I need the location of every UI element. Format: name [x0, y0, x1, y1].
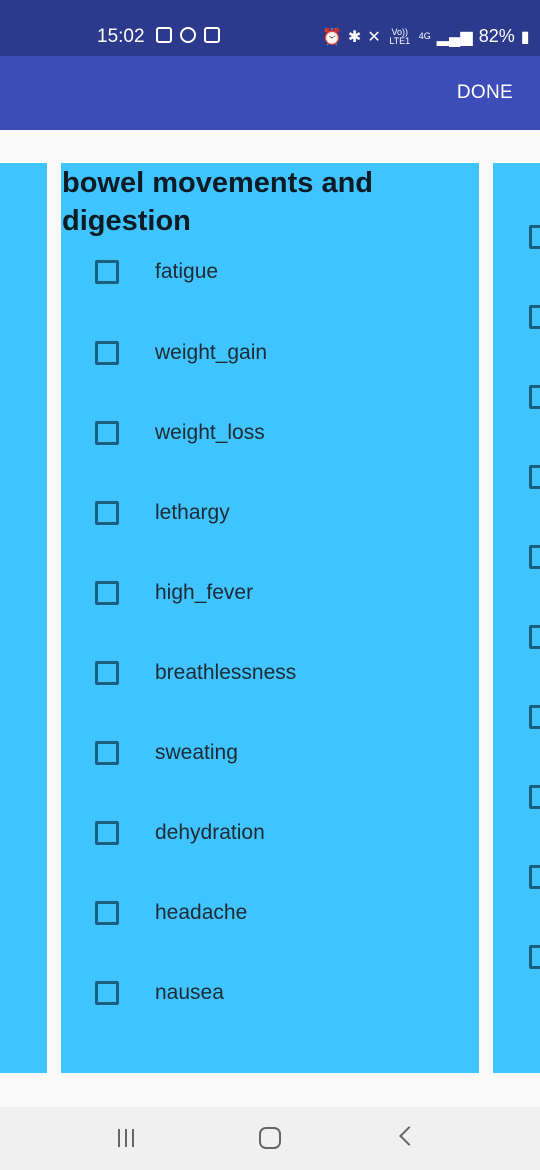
bluetooth-icon: ✱ — [347, 28, 362, 46]
symptom-label: headache — [155, 901, 248, 924]
symptom-label: dehydration — [155, 821, 265, 844]
alarm-icon: ⏰ — [322, 28, 342, 46]
next-panel-checkbox[interactable] — [529, 225, 540, 249]
symptom-item[interactable]: weight_gain — [95, 333, 455, 373]
symptom-checkbox[interactable] — [95, 981, 119, 1005]
recent-apps-icon[interactable] — [118, 1125, 134, 1151]
symptom-item[interactable]: sweating — [95, 733, 455, 773]
symptom-label: sweating — [155, 741, 238, 764]
status-left-icons — [156, 27, 220, 43]
signal-icon: ▂▄▆ — [436, 28, 473, 46]
symptom-label: fatigue — [155, 260, 219, 283]
symptom-item[interactable]: breathlessness — [95, 653, 455, 693]
symptom-checkbox[interactable] — [95, 501, 119, 525]
symptom-item[interactable]: nausea — [95, 973, 455, 1013]
symptom-item[interactable]: lethargy — [95, 493, 455, 533]
symptom-checkbox[interactable] — [95, 901, 119, 925]
symptom-checkbox[interactable] — [95, 260, 119, 284]
status-time: 15:02 — [97, 26, 145, 47]
status-bar: 15:02 ⏰ ✱ ✕ Vo)) LTE1 4G ▂▄▆ 82% ▮ — [0, 0, 540, 56]
symptom-item[interactable]: weight_loss — [95, 413, 455, 453]
next-panel-checkbox[interactable] — [529, 785, 540, 809]
symptom-label: weight_loss — [155, 421, 265, 444]
next-panel-checkbox[interactable] — [529, 865, 540, 889]
volte-label: Vo)) LTE1 — [389, 26, 411, 46]
next-panel-checkbox[interactable] — [529, 945, 540, 969]
symptom-panel: bowel movements and digestion fatigue we… — [61, 163, 479, 1073]
wifi-call-icon — [204, 27, 220, 43]
previous-panel[interactable] — [0, 163, 47, 1073]
gallery-icon — [156, 27, 172, 43]
symptom-label: lethargy — [155, 501, 230, 524]
done-button[interactable]: DONE — [457, 82, 513, 104]
symptom-item[interactable]: dehydration — [95, 813, 455, 853]
battery-level: 82% — [478, 26, 515, 46]
symptom-label: high_fever — [155, 581, 254, 604]
symptom-label: nausea — [155, 981, 224, 1004]
symptom-checkbox[interactable] — [95, 661, 119, 685]
next-panel-checkbox[interactable] — [529, 545, 540, 569]
symptom-label: breathlessness — [155, 661, 297, 684]
line-app-icon — [180, 27, 196, 43]
system-nav-bar — [0, 1107, 540, 1170]
next-panel-checkbox[interactable] — [529, 385, 540, 409]
symptom-checkbox[interactable] — [95, 341, 119, 365]
next-panel-checkbox[interactable] — [529, 705, 540, 729]
symptom-pager[interactable]: bowel movements and digestion fatigue we… — [0, 130, 540, 1075]
app-bar: DONE — [0, 56, 540, 130]
panel-title: bowel movements and digestion — [62, 167, 374, 237]
back-icon[interactable] — [399, 1126, 419, 1146]
symptom-item[interactable]: high_fever — [95, 573, 455, 613]
symptom-item[interactable]: headache — [95, 893, 455, 933]
next-panel-checkbox[interactable] — [529, 465, 540, 489]
symptom-checkbox[interactable] — [95, 821, 119, 845]
symptom-checkbox[interactable] — [95, 741, 119, 765]
next-panel-checkbox[interactable] — [529, 625, 540, 649]
symptom-label: weight_gain — [155, 341, 268, 364]
battery-icon: ▮ — [520, 28, 530, 46]
symptom-checkbox[interactable] — [95, 421, 119, 445]
home-icon[interactable] — [259, 1127, 281, 1149]
network-label: 4G — [418, 31, 431, 41]
status-right-icons: ⏰ ✱ ✕ Vo)) LTE1 4G ▂▄▆ 82% ▮ — [322, 26, 530, 47]
next-panel-checkbox[interactable] — [529, 305, 540, 329]
next-panel[interactable] — [493, 163, 540, 1073]
symptom-checkbox[interactable] — [95, 581, 119, 605]
symptom-item[interactable]: fatigue — [95, 252, 455, 292]
mute-icon: ✕ — [367, 28, 381, 46]
